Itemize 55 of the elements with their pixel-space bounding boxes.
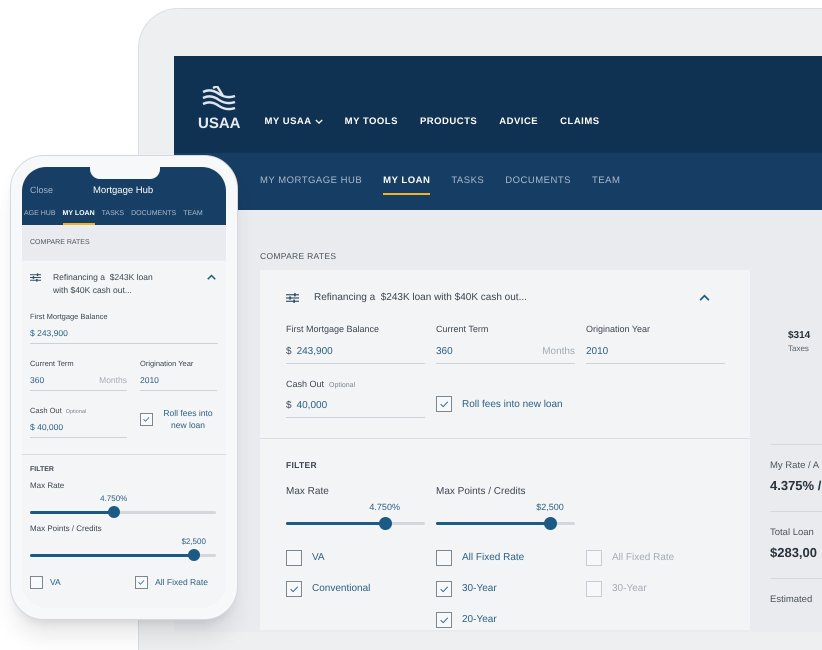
field-label: First Mortgage Balance — [286, 323, 380, 336]
input-field[interactable]: 360 Months — [436, 340, 575, 364]
summary-label: Total Loan — [770, 526, 815, 540]
input-field[interactable]: $ 40,000 — [286, 394, 425, 418]
slider-reading: 4.750% — [100, 492, 128, 505]
section-title: COMPARE RATES — [260, 250, 338, 263]
nav-link[interactable]: CLAIMS — [560, 114, 600, 129]
summary-label: My Rate / A — [770, 459, 820, 473]
input-field[interactable]: $ 40,000 — [30, 418, 127, 438]
checkbox-label: 20-Year — [462, 613, 497, 628]
tab[interactable]: DOCUMENTS — [505, 168, 571, 196]
slider-reading: $2,500 — [536, 500, 564, 514]
input-field[interactable]: 2010 — [140, 371, 217, 391]
tab[interactable]: TEAM — [592, 168, 620, 196]
slider-label: Max Rate — [30, 480, 66, 492]
checkbox-label: All Fixed Rate — [612, 551, 674, 566]
input-field[interactable]: 360 Months — [30, 371, 127, 391]
slider-label: Max Points / Credits — [436, 484, 526, 499]
summary-value: 4.375% / — [770, 477, 822, 496]
input-field[interactable]: $ 243,900 — [286, 340, 425, 364]
close-link[interactable]: Close — [30, 184, 54, 198]
checkbox-label: All Fixed Rate — [155, 576, 208, 589]
slider-reading: $2,500 — [181, 536, 206, 548]
tab[interactable]: TASKS — [451, 168, 484, 196]
nav-link[interactable]: PRODUCTS — [420, 114, 478, 129]
tab[interactable]: MY LOAN — [383, 168, 430, 196]
checkbox-label: 30-Year — [462, 582, 497, 596]
checkbox-label: VA — [312, 551, 325, 566]
section-title: FILTER — [286, 459, 318, 472]
checkbox-label: Conventional — [312, 582, 370, 596]
summary-text: Refinancing a $243K loan with $40K cash out... — [53, 271, 154, 296]
input-field[interactable]: $ 243,900 — [30, 324, 218, 344]
checkbox-label: 30-Year — [612, 582, 647, 596]
slider-label: Max Rate — [286, 484, 330, 499]
logo-text: USAA — [198, 116, 241, 131]
amount-label: Taxes — [788, 343, 809, 355]
nav-link[interactable]: MY USAA — [264, 114, 323, 129]
nav-link[interactable]: MY TOOLS — [344, 114, 398, 129]
screen-title: Mortgage Hub — [93, 184, 154, 198]
slider-reading: 4.750% — [369, 500, 400, 514]
field-label: Origination Year — [586, 323, 650, 336]
field-label: Cash Out — [286, 378, 324, 390]
summary-value: $283,00 — [770, 544, 818, 562]
checkbox-label: Roll fees into new loan — [162, 407, 214, 431]
summary-label: Estimated — [770, 593, 814, 607]
field-label: Current Term — [436, 323, 488, 336]
input-field[interactable]: 2010 — [586, 340, 725, 364]
amount-text: $314 — [788, 329, 810, 343]
checkbox-label: All Fixed Rate — [462, 551, 524, 566]
checkbox-label: Roll fees into new loan — [462, 398, 563, 412]
tab[interactable]: MY MORTGAGE HUB — [260, 168, 362, 196]
checkbox-label: VA — [50, 576, 61, 589]
nav-link[interactable]: ADVICE — [499, 114, 538, 129]
summary-text: Refinancing a $243K loan with $40K cash out... — [314, 291, 528, 305]
slider-label: Max Points / Credits — [30, 522, 103, 535]
